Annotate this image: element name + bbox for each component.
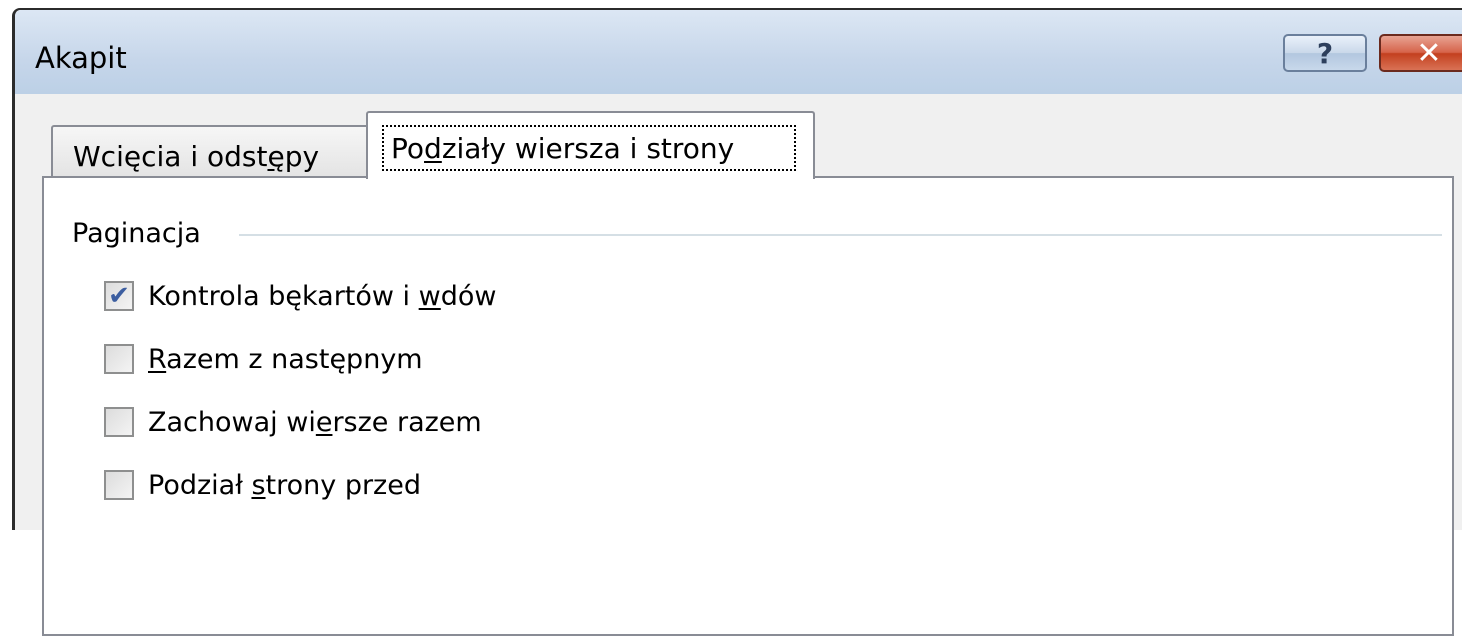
group-label-pagination: Paginacja	[72, 218, 211, 249]
help-button[interactable]: ?	[1283, 34, 1367, 72]
dialog-body: Wcięcia i odstępy Podziały wiersza i str…	[15, 94, 1462, 636]
paragraph-dialog: Akapit ? ✕ Wcięcia i odstępy Podziały wi…	[12, 8, 1462, 636]
tab-focus-rect: Podziały wiersza i strony	[382, 125, 796, 171]
checkbox[interactable]	[104, 470, 134, 500]
tab-label: Wcięcia i odstępy	[73, 140, 320, 173]
option-label: Zachowaj wiersze razem	[148, 406, 482, 438]
page-break-before-option[interactable]: Podział strony przed	[104, 465, 421, 505]
checkbox[interactable]	[104, 407, 134, 437]
option-label: Podział strony przed	[148, 469, 421, 501]
checkbox[interactable]	[104, 344, 134, 374]
tab-indents-and-spacing[interactable]: Wcięcia i odstępy	[51, 125, 369, 176]
tab-line-and-page-breaks[interactable]: Podziały wiersza i strony	[366, 111, 815, 179]
keep-with-next-option[interactable]: Razem z następnym	[104, 339, 423, 379]
checkmark-icon: ✔	[108, 281, 130, 311]
option-label: Razem z następnym	[148, 343, 423, 375]
help-icon: ?	[1316, 36, 1334, 70]
tab-panel: Paginacja ✔ Kontrola bękartów i wdów Raz…	[42, 176, 1454, 636]
group-divider	[239, 234, 1442, 236]
close-button[interactable]: ✕	[1379, 34, 1462, 72]
option-label: Kontrola bękartów i wdów	[148, 280, 497, 312]
widow-orphan-control-option[interactable]: ✔ Kontrola bękartów i wdów	[104, 276, 497, 316]
checkbox[interactable]: ✔	[104, 281, 134, 311]
title-bar[interactable]: Akapit ? ✕	[15, 10, 1462, 94]
close-icon: ✕	[1416, 35, 1442, 71]
dialog-title: Akapit	[35, 41, 127, 75]
keep-lines-together-option[interactable]: Zachowaj wiersze razem	[104, 402, 482, 442]
